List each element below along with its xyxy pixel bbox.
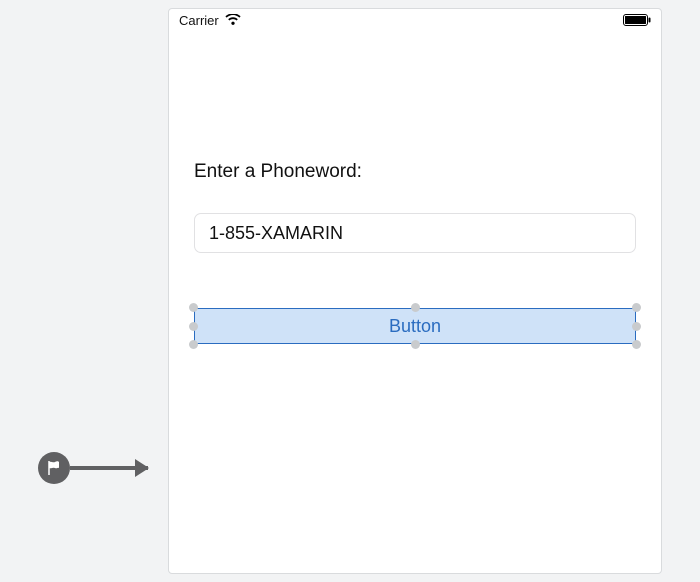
selection-handle-icon[interactable] [632,322,641,331]
wifi-icon [225,14,241,26]
translate-button[interactable]: Button [194,308,636,344]
arrow-icon [70,466,148,470]
selection-handle-icon[interactable] [189,303,198,312]
carrier-label: Carrier [179,13,219,28]
content-area: Enter a Phoneword: Button [169,31,661,344]
selection-handle-icon[interactable] [632,340,641,349]
phoneword-label: Enter a Phoneword: [194,161,636,183]
status-bar-left: Carrier [179,13,241,28]
flag-icon [38,452,70,484]
selection-handle-icon[interactable] [411,340,420,349]
battery-icon [623,14,651,26]
selection-handle-icon[interactable] [189,322,198,331]
selection-handle-icon[interactable] [189,340,198,349]
selection-handle-icon[interactable] [411,303,420,312]
simulator-frame: Carrier Enter a Phoneword: Button [168,8,662,574]
phoneword-input[interactable] [194,213,636,253]
selection-handle-icon[interactable] [632,303,641,312]
button-selection-wrap: Button [194,308,636,344]
status-bar: Carrier [169,9,661,31]
